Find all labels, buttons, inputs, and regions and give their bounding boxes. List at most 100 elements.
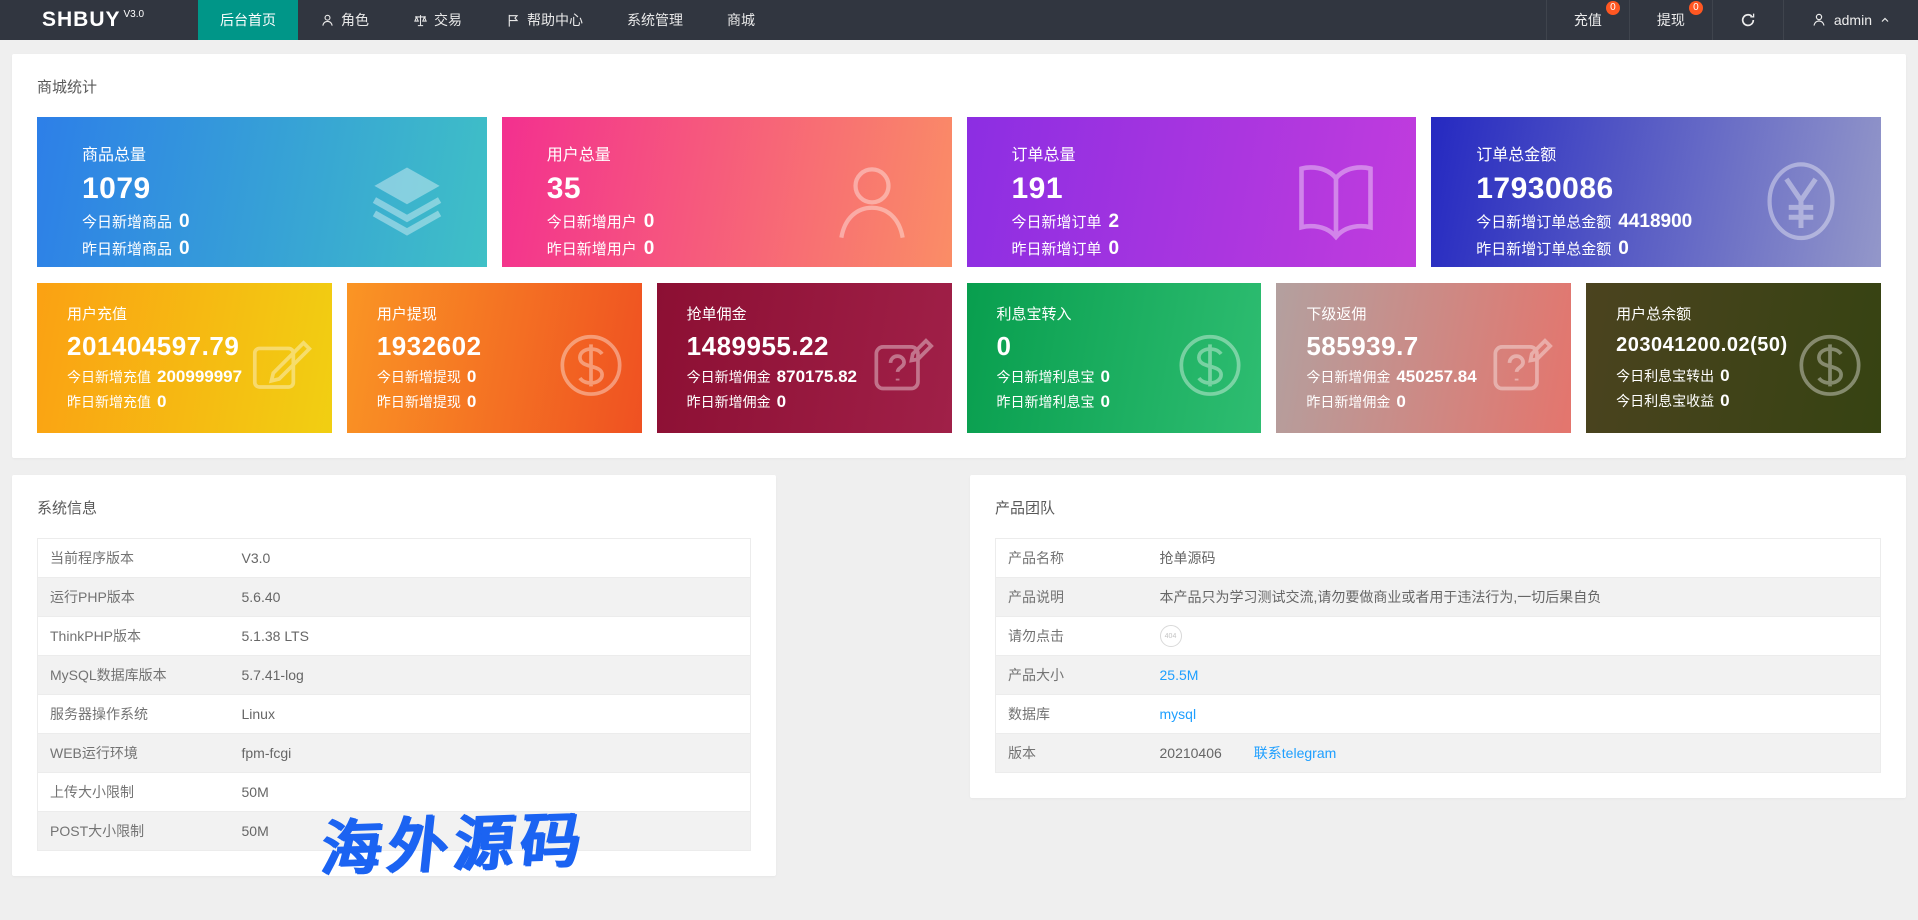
card-subline-value: 4418900 bbox=[1618, 211, 1692, 232]
table-row: 产品大小 25.5M bbox=[996, 656, 1881, 695]
card-subline-value: 0 bbox=[467, 367, 476, 386]
row-label: MySQL数据库版本 bbox=[38, 656, 230, 695]
row-value: 5.1.38 LTS bbox=[230, 617, 751, 656]
card-subline-label: 今日新增利息宝 bbox=[997, 369, 1095, 385]
row-label: POST大小限制 bbox=[38, 812, 230, 851]
row-value-text: fpm-fcgi bbox=[242, 745, 292, 761]
table-row: 服务器操作系统Linux bbox=[38, 695, 751, 734]
card-subline-label: 今日新增提现 bbox=[377, 369, 461, 385]
row-value: 本产品只为学习测试交流,请勿要做商业或者用于违法行为,一切后果自负 bbox=[1148, 578, 1881, 617]
table-row: ThinkPHP版本 5.1.38 LTS bbox=[38, 617, 751, 656]
table-row: 产品名称抢单源码 bbox=[996, 539, 1881, 578]
card-subline-value: 0 bbox=[644, 238, 655, 259]
nav-item-角色[interactable]: 角色 bbox=[298, 0, 391, 40]
nav-item-商城[interactable]: 商城 bbox=[705, 0, 777, 40]
card-subline-value: 0 bbox=[1618, 238, 1629, 259]
notification-badge: 0 bbox=[1689, 1, 1703, 15]
card-title: 下级返佣 bbox=[1306, 303, 1571, 324]
row-label: 版本 bbox=[996, 734, 1148, 773]
row-label: 产品大小 bbox=[996, 656, 1148, 695]
scales-icon bbox=[413, 13, 428, 28]
nav-action-label: 充值 bbox=[1574, 10, 1602, 30]
card-subline-label: 今日利息宝转出 bbox=[1616, 368, 1714, 384]
card-subline-value: 0 bbox=[157, 392, 166, 411]
table-row: 请勿点击404 bbox=[996, 617, 1881, 656]
card-subline-value: 0 bbox=[1109, 238, 1120, 259]
top-navbar: SHBUY V3.0 后台首页角色交易帮助中心系统管理商城 充值0提现0admi… bbox=[0, 0, 1918, 40]
product-team-panel: 产品团队 产品名称抢单源码产品说明本产品只为学习测试交流,请勿要做商业或者用于违… bbox=[970, 475, 1906, 798]
nav-item-后台首页[interactable]: 后台首页 bbox=[198, 0, 298, 40]
row-value: 5.6.40 bbox=[230, 578, 751, 617]
refresh-icon bbox=[1740, 12, 1756, 28]
refresh-button[interactable] bbox=[1712, 0, 1783, 40]
nav-item-label: 角色 bbox=[341, 10, 369, 30]
row-value-link[interactable]: 25.5M bbox=[1160, 667, 1199, 683]
card-subline-label: 昨日新增佣金 bbox=[687, 394, 771, 410]
row-label: ThinkPHP版本 bbox=[38, 617, 230, 656]
card-subline-value: 0 bbox=[1720, 366, 1729, 385]
card-subline-label: 昨日新增充值 bbox=[67, 394, 151, 410]
stat-card-下级返佣: 下级返佣585939.7今日新增佣金450257.84昨日新增佣金0 bbox=[1276, 283, 1571, 433]
card-title: 利息宝转入 bbox=[997, 303, 1262, 324]
row-label: 运行PHP版本 bbox=[38, 578, 230, 617]
row-value: 20210406联系telegram bbox=[1148, 734, 1881, 773]
row-value-link[interactable]: 联系telegram bbox=[1254, 745, 1336, 761]
row-label: WEB运行环境 bbox=[38, 734, 230, 773]
nav-action-提现[interactable]: 提现 0 bbox=[1629, 0, 1712, 40]
nav-action-label: 提现 bbox=[1657, 10, 1685, 30]
card-title: 抢单佣金 bbox=[687, 303, 952, 324]
stat-card-用户总余额: 用户总余额203041200.02(50)今日利息宝转出0今日利息宝收益0 bbox=[1586, 283, 1881, 433]
system-info-title: 系统信息 bbox=[37, 497, 751, 518]
chevron-up-icon bbox=[1879, 14, 1891, 26]
help-edit-icon bbox=[864, 328, 938, 402]
stat-cards-row2: 用户充值201404597.79今日新增充值200999997昨日新增充值0用户… bbox=[37, 283, 1881, 433]
nav-item-label: 系统管理 bbox=[627, 10, 683, 30]
row-value-text: 5.1.38 LTS bbox=[242, 628, 309, 644]
nav-action-充值[interactable]: 充值0 bbox=[1546, 0, 1629, 40]
card-subline-value: 0 bbox=[644, 211, 655, 232]
stat-card-用户提现: 用户提现1932602今日新增提现0昨日新增提现0 bbox=[347, 283, 642, 433]
row-value-text: V3.0 bbox=[242, 550, 271, 566]
row-value: 抢单源码 bbox=[1148, 539, 1881, 578]
row-value: 404 bbox=[1148, 617, 1881, 656]
row-value-text: 5.7.41-log bbox=[242, 667, 304, 683]
row-value-link[interactable]: mysql bbox=[1160, 706, 1197, 722]
shop-statistics-panel: 商城统计 商品总量1079今日新增商品0昨日新增商品0用户总量35今日新增用户0… bbox=[12, 54, 1906, 458]
row-value: mysql bbox=[1148, 695, 1881, 734]
nav-item-帮助中心[interactable]: 帮助中心 bbox=[484, 0, 605, 40]
card-subline-label: 昨日新增订单总金额 bbox=[1476, 241, 1611, 258]
product-team-title: 产品团队 bbox=[995, 497, 1881, 518]
dollar-circle-icon bbox=[1173, 328, 1247, 402]
card-title: 用户提现 bbox=[377, 303, 642, 324]
row-value-text: 5.6.40 bbox=[242, 589, 281, 605]
logo-text: SHBUY bbox=[42, 8, 121, 32]
row-value-text: 50M bbox=[242, 823, 269, 839]
table-row: 当前程序版本 V3.0 bbox=[38, 539, 751, 578]
navbar-right-actions: 充值0 提现 0 admin bbox=[1546, 0, 1918, 40]
admin-user-menu[interactable]: admin bbox=[1783, 0, 1918, 40]
card-subline-label: 今日新增充值 bbox=[67, 369, 151, 385]
card-subline-label: 今日新增商品 bbox=[82, 214, 172, 231]
stat-card-用户总量: 用户总量35今日新增用户0昨日新增用户0 bbox=[502, 117, 952, 267]
card-subline-value: 2 bbox=[1109, 211, 1120, 232]
main-menu: 后台首页 角色 交易帮助中心 系统管理 商城 bbox=[198, 0, 777, 40]
row-label: 服务器操作系统 bbox=[38, 695, 230, 734]
row-label: 数据库 bbox=[996, 695, 1148, 734]
role-icon bbox=[320, 13, 335, 28]
card-subline-value: 450257.84 bbox=[1396, 367, 1476, 386]
card-subline-label: 今日新增用户 bbox=[547, 214, 637, 231]
card-subline-value: 0 bbox=[777, 392, 786, 411]
row-value: fpm-fcgi bbox=[230, 734, 751, 773]
table-row: 数据库 mysql bbox=[996, 695, 1881, 734]
row-value-text: 抢单源码 bbox=[1160, 550, 1216, 566]
nav-item-系统管理[interactable]: 系统管理 bbox=[605, 0, 705, 40]
row-label: 当前程序版本 bbox=[38, 539, 230, 578]
dollar-circle-icon bbox=[554, 328, 628, 402]
card-subline-label: 今日新增订单 bbox=[1012, 214, 1102, 231]
user-icon bbox=[1811, 12, 1827, 28]
nav-item-交易[interactable]: 交易 bbox=[391, 0, 484, 40]
card-subline-value: 870175.82 bbox=[777, 367, 857, 386]
card-subline-label: 昨日新增佣金 bbox=[1306, 394, 1390, 410]
layers-icon bbox=[361, 155, 453, 247]
row-value-text: 本产品只为学习测试交流,请勿要做商业或者用于违法行为,一切后果自负 bbox=[1160, 589, 1602, 605]
